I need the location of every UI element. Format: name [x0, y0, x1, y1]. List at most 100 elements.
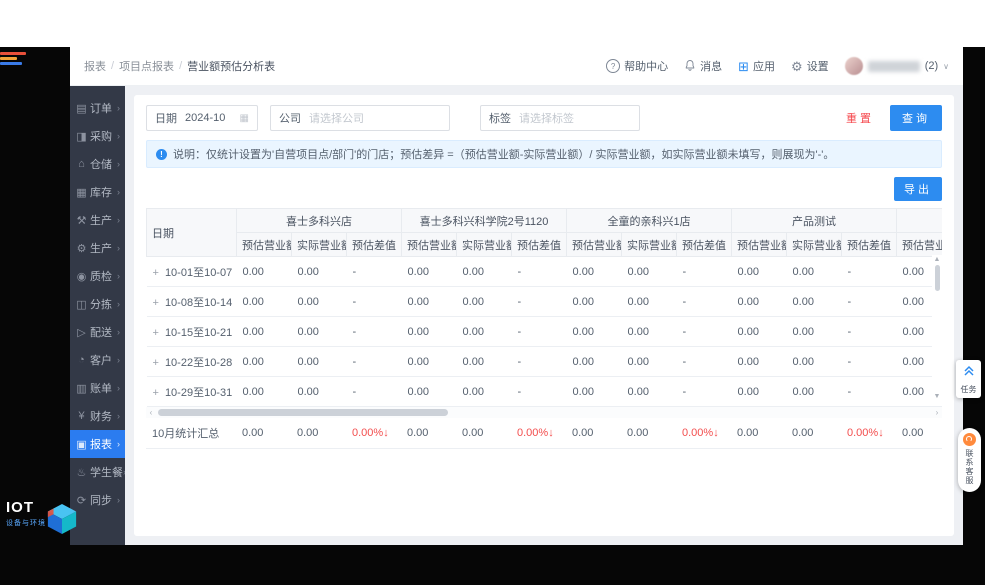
sidebar-item-customers[interactable]: ◔ 客户 › — [70, 346, 125, 374]
hscroll-track[interactable] — [156, 409, 932, 416]
chevron-right-icon: › — [117, 187, 120, 197]
sidebar-item-inventory[interactable]: ▦ 库存 › — [70, 178, 125, 206]
breadcrumb-item[interactable]: 营业额预估分析表 — [187, 58, 275, 74]
sidebar-item-production-2[interactable]: ⚙ 生产 › — [70, 234, 125, 262]
app-body: ▤ 订单 › ◨ 采购 › ⌂ 仓储 › ▦ 库存 › ⚒ 生产 › ⚙ 生产 › ◉ 质检 › ◫ 分拣 › ▷ 配送 › ◔ 客户 ›… — [70, 86, 963, 545]
cell-value: 0.00 — [236, 286, 292, 317]
screen: 报表 / 项目点报表 / 营业额预估分析表 ? 帮助中心 消息 ⊞ 应用 ⚙ 设… — [0, 0, 985, 585]
help-center-button[interactable]: ? 帮助中心 — [606, 58, 668, 74]
hscroll-thumb[interactable] — [158, 409, 448, 416]
scroll-up-icon[interactable]: ▲ — [934, 255, 941, 264]
sidebar-item-label: 生产 — [90, 215, 112, 227]
horizontal-scrollbar[interactable]: ‹ › — [146, 407, 942, 418]
cell-value: - — [676, 286, 732, 317]
row-period: 10-01至10-07 — [164, 266, 233, 279]
row-period-cell[interactable]: +10-29至10-31 — [146, 376, 237, 407]
cell-value: 0.00 — [401, 256, 457, 287]
expand-plus-icon[interactable]: + — [153, 387, 159, 399]
sidebar-item-quality[interactable]: ◉ 质检 › — [70, 262, 125, 290]
cell-value: - — [841, 316, 897, 347]
sub-header: 预估差值 — [345, 232, 403, 257]
summary-cell-value: 0.00 — [566, 418, 621, 449]
cell-value: - — [511, 286, 567, 317]
messages-button[interactable]: 消息 — [684, 58, 722, 74]
sidebar-item-billing[interactable]: ▥ 账单 › — [70, 374, 125, 402]
sidebar-item-reports[interactable]: ▣ 报表 › — [70, 430, 125, 458]
top-blank-band — [0, 0, 985, 47]
task-float-label: 任务 — [960, 385, 977, 394]
row-period-cell[interactable]: +10-22至10-28 — [146, 346, 237, 377]
expand-plus-icon[interactable]: + — [153, 267, 159, 279]
search-button[interactable]: 查询 — [890, 105, 942, 131]
vscroll-thumb[interactable] — [934, 265, 940, 291]
cell-value: 0.00 — [731, 286, 787, 317]
tag-select[interactable]: 标签 请选择标签 — [480, 105, 640, 131]
breadcrumb-item[interactable]: 报表 — [84, 58, 106, 74]
export-button[interactable]: 导出 — [894, 177, 942, 201]
sidebar-item-student-meals[interactable]: ♨学生餐› — [70, 458, 125, 486]
iot-brand: IOT 设备与环境 — [6, 499, 77, 545]
group-header: 产品测试 — [731, 208, 898, 233]
cell-value: 0.00 — [456, 256, 512, 287]
cell-value: 0.00 — [731, 376, 787, 407]
double-chevron-up-icon — [963, 364, 975, 382]
chevron-right-icon: › — [117, 439, 120, 449]
sidebar-menu: ▤ 订单 › ◨ 采购 › ⌂ 仓储 › ▦ 库存 › ⚒ 生产 › ⚙ 生产 › ◉ 质检 › ◫ 分拣 › ▷ 配送 › ◔ 客户 ›… — [70, 94, 125, 514]
chevron-down-icon: ∨ — [943, 61, 949, 71]
reset-button[interactable]: 重置 — [840, 105, 880, 131]
cell-value: 0.00 — [621, 316, 677, 347]
group-header: 喜士多科兴科学院2号1120 — [401, 208, 568, 233]
sidebar-item-sorting[interactable]: ◫ 分拣 › — [70, 290, 125, 318]
user-badge: (2) — [924, 60, 939, 72]
sidebar-item-finance[interactable]: ¥ 财务 › — [70, 402, 125, 430]
report-table-zone: 日期 喜士多科兴店 喜士多科兴科学院2号1120 全童的亲科兴1店 产品测试 预估营业额实… — [146, 208, 942, 449]
sidebar-item-label: 配送 — [90, 327, 112, 339]
date-value: 2024-10 — [185, 112, 226, 124]
sidebar-item-production-1[interactable]: ⚒ 生产 › — [70, 206, 125, 234]
apps-button[interactable]: ⊞ 应用 — [738, 58, 775, 74]
table-row: +10-01至10-07 0.00 0.00-0.00 0.00-0.00 0.00-0… — [146, 256, 942, 287]
cell-value: 0.00 — [291, 256, 347, 287]
cell-value: 0.00 — [566, 256, 622, 287]
cell-value: 0.00 — [236, 376, 292, 407]
contact-service-button[interactable]: 联系客服 — [958, 428, 981, 492]
scroll-left-icon[interactable]: ‹ — [146, 407, 156, 418]
cell-value: 0.00 — [786, 376, 842, 407]
expand-plus-icon[interactable]: + — [153, 297, 159, 309]
info-icon: ! — [156, 148, 167, 160]
scroll-down-icon[interactable]: ▼ — [934, 392, 941, 401]
row-period: 10-08至10-14 — [164, 296, 233, 309]
sidebar-item-sync[interactable]: ⟳ 同步 › — [70, 486, 125, 514]
row-period-cell[interactable]: +10-15至10-21 — [146, 316, 237, 347]
expand-plus-icon[interactable]: + — [153, 327, 159, 339]
sidebar-item-delivery[interactable]: ▷ 配送 › — [70, 318, 125, 346]
expand-plus-icon[interactable]: + — [153, 357, 159, 369]
cell-value: 0.00 — [401, 316, 457, 347]
breadcrumb-item[interactable]: 项目点报表 — [119, 58, 174, 74]
messages-label: 消息 — [700, 61, 723, 73]
task-float-button[interactable]: 任务 — [956, 360, 981, 398]
sub-header: 预估营业额 — [236, 232, 292, 257]
billing-icon: ▥ — [76, 382, 87, 395]
sidebar-item-label: 账单 — [90, 383, 112, 395]
chevron-right-icon: › — [117, 271, 120, 281]
date-picker[interactable]: 日期 2024-10 ▦ — [146, 105, 258, 131]
sidebar-item-orders[interactable]: ▤ 订单 › — [70, 94, 125, 122]
summary-cell-value: 0.00%↓ — [841, 418, 896, 449]
cell-value: 0.00 — [456, 286, 512, 317]
row-period-cell[interactable]: +10-08至10-14 — [146, 286, 237, 317]
sidebar-item-label: 客户 — [90, 355, 112, 367]
table-toolbar: 导出 — [146, 177, 942, 201]
settings-button[interactable]: ⚙ 设置 — [791, 58, 829, 74]
cell-value: - — [841, 256, 897, 287]
company-select[interactable]: 公司 请选择公司 — [270, 105, 450, 131]
row-period-cell[interactable]: +10-01至10-07 — [146, 256, 237, 287]
cell-value: 0.00 — [456, 346, 512, 377]
sidebar-item-warehouse[interactable]: ⌂ 仓储 › — [70, 150, 125, 178]
cell-value: - — [511, 346, 567, 377]
scroll-right-icon[interactable]: › — [932, 407, 942, 418]
user-menu[interactable]: (2) ∨ — [844, 57, 949, 75]
vertical-scrollbar[interactable]: ▲ ▼ — [932, 255, 942, 401]
sidebar-item-purchasing[interactable]: ◨ 采购 › — [70, 122, 125, 150]
summary-body: 10月统计汇总 0.00 0.00 0.00%↓ 0.00 0.00 0.00%↓ 0.00 0… — [146, 418, 942, 449]
